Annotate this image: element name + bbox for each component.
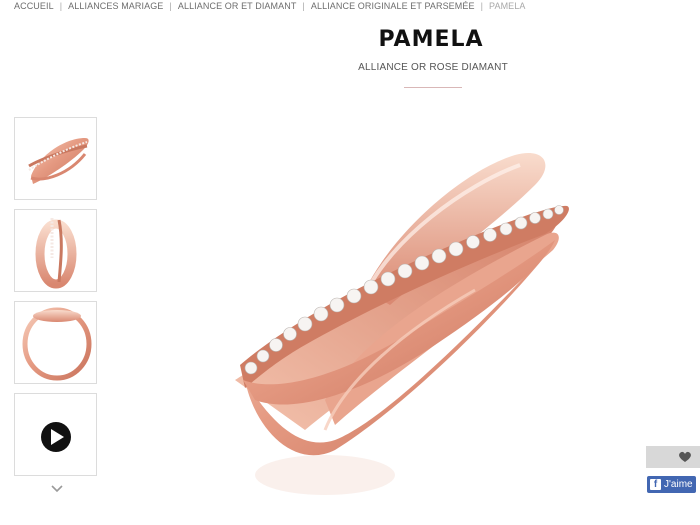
thumbnail-ring-front[interactable] xyxy=(14,209,97,292)
thumbnail-ring-side[interactable] xyxy=(14,117,97,200)
breadcrumb-separator: | xyxy=(59,1,63,11)
heart-icon xyxy=(679,451,691,462)
breadcrumb-separator: | xyxy=(480,1,484,11)
product-subtitle: ALLIANCE OR ROSE DIAMANT xyxy=(358,62,508,73)
facebook-icon: f xyxy=(650,479,661,490)
chevron-down-icon[interactable] xyxy=(50,484,64,494)
main-product-image xyxy=(235,153,569,495)
facebook-like-label: J'aime xyxy=(664,479,693,490)
breadcrumb-separator: | xyxy=(302,1,305,11)
wishlist-button[interactable] xyxy=(646,446,700,468)
breadcrumb-originale-parsemee[interactable]: ALLIANCE ORIGINALE ET PARSEMÉE xyxy=(311,1,475,11)
breadcrumb-separator: | xyxy=(169,1,172,11)
thumbnail-ring-top[interactable] xyxy=(14,301,97,384)
breadcrumb-alliances-mariage[interactable]: ALLIANCES MARIAGE xyxy=(68,1,163,11)
facebook-like-button[interactable]: f J'aime xyxy=(647,476,696,493)
product-title: PAMELA xyxy=(378,27,484,52)
thumbnail-video[interactable] xyxy=(14,393,97,476)
breadcrumb-current: PAMELA xyxy=(489,1,526,11)
breadcrumb-home[interactable]: ACCUEIL xyxy=(14,1,54,11)
title-divider xyxy=(404,87,462,88)
breadcrumb-or-et-diamant[interactable]: ALLIANCE OR ET DIAMANT xyxy=(178,1,297,11)
breadcrumb: ACCUEIL | ALLIANCES MARIAGE | ALLIANCE OR ET… xyxy=(14,1,526,11)
